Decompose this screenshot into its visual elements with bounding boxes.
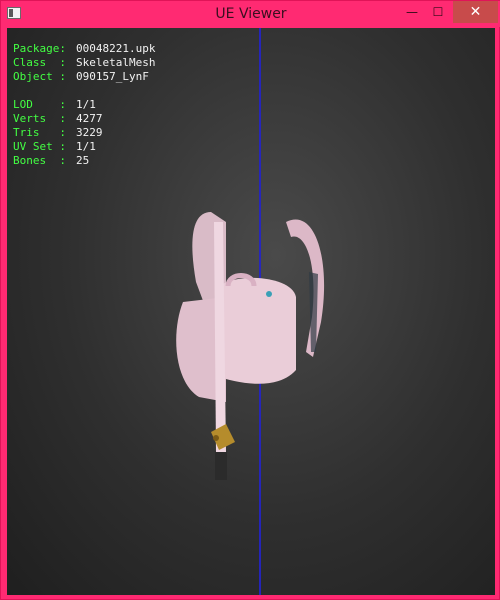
bones-row: Bones : 25 bbox=[13, 154, 155, 168]
uvset-row: UV Set : 1/1 bbox=[13, 140, 155, 154]
bones-label: Bones : bbox=[13, 154, 66, 167]
3d-viewport[interactable]: Package: 00048221.upk Class : SkeletalMesh… bbox=[7, 28, 495, 595]
app-window: UE Viewer — ☐ ✕ Package: 00048221.upk Cl… bbox=[0, 0, 500, 600]
window-title: UE Viewer bbox=[215, 6, 287, 22]
verts-label: Verts : bbox=[13, 112, 66, 125]
package-label: Package: bbox=[13, 42, 66, 55]
class-label: Class : bbox=[13, 56, 66, 69]
minimize-button[interactable]: — bbox=[401, 1, 423, 23]
bones-value: 25 bbox=[76, 154, 90, 167]
tris-label: Tris : bbox=[13, 126, 66, 139]
verts-value: 4277 bbox=[76, 112, 103, 125]
close-button[interactable]: ✕ bbox=[453, 1, 498, 23]
object-label: Object : bbox=[13, 70, 66, 83]
class-value: SkeletalMesh bbox=[76, 56, 156, 69]
uvset-label: UV Set : bbox=[13, 140, 66, 153]
class-row: Class : SkeletalMesh bbox=[13, 56, 155, 70]
maximize-button[interactable]: ☐ bbox=[427, 1, 449, 23]
lod-value: 1/1 bbox=[76, 98, 96, 111]
tris-value: 3229 bbox=[76, 126, 103, 139]
uvset-value: 1/1 bbox=[76, 140, 96, 153]
verts-row: Verts : 4277 bbox=[13, 112, 155, 126]
package-value: 00048221.upk bbox=[76, 42, 156, 55]
lod-row: LOD : 1/1 bbox=[13, 98, 155, 112]
tris-row: Tris : 3229 bbox=[13, 126, 155, 140]
lod-label: LOD : bbox=[13, 98, 66, 111]
package-row: Package: 00048221.upk bbox=[13, 42, 155, 56]
object-row: Object : 090157_LynF bbox=[13, 70, 155, 84]
object-value: 090157_LynF bbox=[76, 70, 149, 83]
title-bar[interactable]: UE Viewer — ☐ ✕ bbox=[1, 1, 500, 27]
mesh-info-overlay: Package: 00048221.upk Class : SkeletalMesh… bbox=[13, 42, 155, 168]
backpack-mesh[interactable] bbox=[171, 202, 335, 487]
